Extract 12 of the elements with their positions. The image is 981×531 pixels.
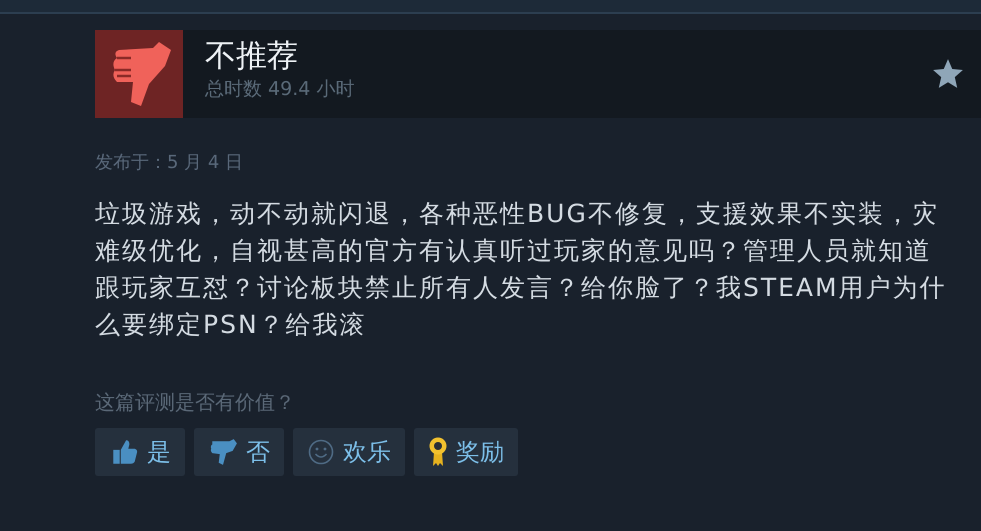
award-button[interactable]: 奖励: [414, 428, 518, 476]
smiley-icon: [307, 438, 335, 466]
thumbs-down-icon: [208, 437, 238, 467]
funny-button[interactable]: 欢乐: [293, 428, 405, 476]
posted-date: 发布于：5 月 4 日: [95, 151, 244, 175]
no-button[interactable]: 否: [194, 428, 284, 476]
award-icon: [428, 436, 448, 468]
helpful-question: 这篇评测是否有价值？: [95, 389, 296, 416]
verdict-title: 不推荐: [205, 37, 299, 76]
playtime-text: 总时数 49.4 小时: [205, 77, 356, 102]
review-text: 垃圾游戏，动不动就闪退，各种恶性BUG不修复，支援效果不实装，灾难级优化，自视甚高的官方有认真听过玩家的意见吗？管理人员就知道跟玩家互怼？讨论板块禁止所有人发言？给你脸了？我STEAM用户为什么要绑定PSN？给我滚: [95, 198, 948, 341]
yes-button[interactable]: 是: [95, 428, 185, 476]
